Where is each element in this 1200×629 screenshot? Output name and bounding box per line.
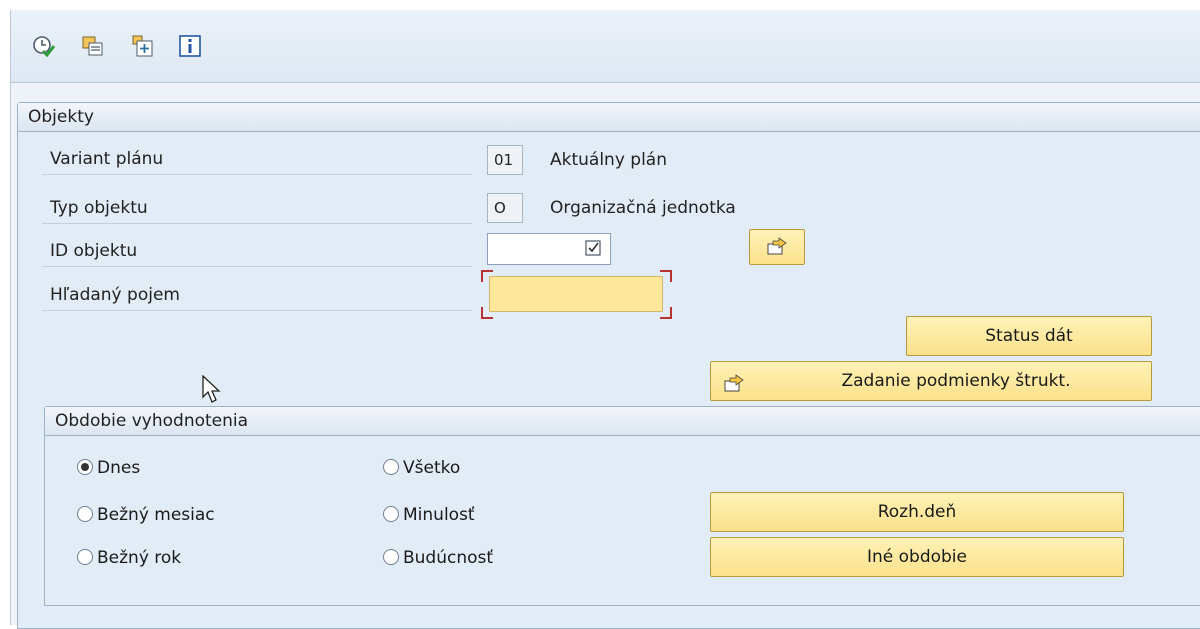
radio-future[interactable]: Budúcnosť (383, 543, 493, 573)
focus-corner (481, 307, 493, 319)
radio-icon (383, 506, 399, 522)
focus-corner (481, 270, 493, 282)
plan-variant-code: 01 (487, 145, 523, 175)
arrow-folder-icon (767, 237, 787, 255)
search-term-input[interactable] (489, 276, 663, 312)
period-group-title: Obdobie vyhodnotenia (45, 407, 1200, 436)
radio-current-month-label: Bežný mesiac (97, 505, 215, 525)
object-id-label: ID objektu (42, 235, 472, 267)
structure-search-button[interactable] (749, 229, 805, 265)
search-term-label: Hľadaný pojem (42, 279, 472, 311)
radio-all-label: Všetko (403, 458, 461, 478)
structure-condition-button[interactable]: Zadanie podmienky štrukt. (710, 361, 1152, 401)
radio-icon (77, 549, 93, 565)
copy-icon[interactable] (81, 34, 105, 58)
execute-clock-icon[interactable] (31, 34, 56, 58)
application-toolbar (11, 10, 1200, 83)
main-area: Objekty Variant plánu 01 Aktuálny plán T… (11, 83, 1200, 629)
radio-today[interactable]: Dnes (77, 453, 140, 483)
plan-variant-text: Aktuálny plán (550, 150, 667, 170)
focus-corner (660, 270, 672, 282)
object-type-text: Organizačná jednotka (550, 198, 736, 218)
objects-group-title: Objekty (18, 103, 1200, 132)
radio-current-month[interactable]: Bežný mesiac (77, 500, 215, 530)
info-icon[interactable] (178, 34, 202, 58)
radio-current-year-label: Bežný rok (97, 548, 182, 568)
radio-past-label: Minulosť (403, 505, 475, 525)
key-date-button[interactable]: Rozh.deň (710, 492, 1124, 532)
sap-screen: Objekty Variant plánu 01 Aktuálny plán T… (0, 0, 1200, 629)
radio-today-label: Dnes (97, 458, 141, 478)
other-period-button[interactable]: Iné obdobie (710, 537, 1124, 577)
mouse-cursor-icon (202, 374, 224, 405)
top-border (0, 0, 1200, 10)
plan-variant-label: Variant plánu (42, 143, 472, 175)
radio-all[interactable]: Všetko (383, 453, 460, 483)
new-entry-icon[interactable] (131, 34, 155, 58)
radio-current-year[interactable]: Bežný rok (77, 543, 181, 573)
arrow-folder-icon (723, 370, 745, 408)
radio-icon (383, 549, 399, 565)
radio-icon (383, 459, 399, 475)
radio-future-label: Budúcnosť (403, 548, 494, 568)
focus-corner (660, 307, 672, 319)
radio-icon (77, 506, 93, 522)
checkbox-icon[interactable] (585, 240, 601, 256)
radio-past[interactable]: Minulosť (383, 500, 475, 530)
object-type-label: Typ objektu (42, 192, 472, 224)
status-data-button[interactable]: Status dát (906, 316, 1152, 356)
structure-condition-label: Zadanie podmienky štrukt. (841, 371, 1071, 391)
object-type-code: O (487, 193, 523, 223)
radio-selected-icon (77, 459, 93, 475)
left-border (0, 10, 11, 625)
